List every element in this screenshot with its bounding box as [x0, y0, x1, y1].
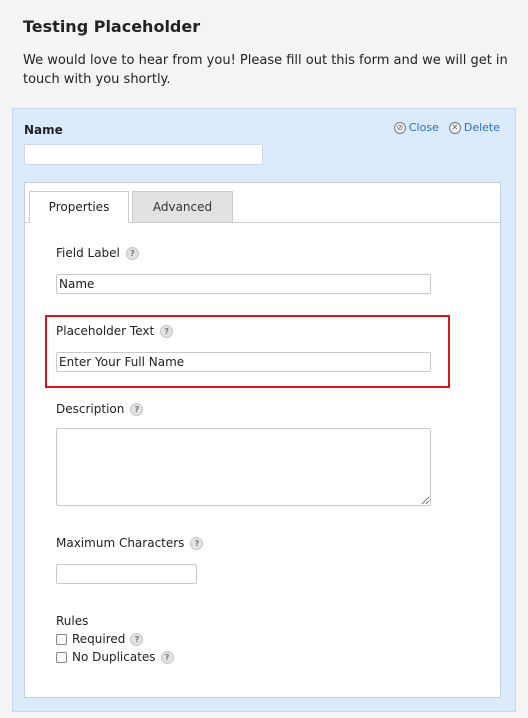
description-textarea[interactable] [56, 428, 431, 506]
help-icon[interactable]: ? [130, 402, 144, 416]
delete-button[interactable]: ✕ Delete [448, 121, 500, 134]
required-checkbox[interactable] [56, 633, 67, 645]
close-button[interactable]: ⊘ Close [393, 121, 439, 134]
help-icon[interactable]: ? [125, 246, 139, 260]
field-edit-panel: Name ⊘ Close ✕ Delete Properties Advance… [12, 108, 516, 712]
help-icon[interactable]: ? [130, 632, 144, 646]
panel-actions: ⊘ Close ✕ Delete [393, 121, 500, 134]
close-label: Close [408, 121, 439, 134]
field-name-label: Name [24, 123, 63, 137]
form-description: We would love to hear from you! Please f… [23, 53, 508, 87]
placeholder-text-row: Placeholder Text ? [56, 324, 174, 338]
rules-label: Rules [56, 614, 89, 628]
delete-label: Delete [463, 121, 500, 134]
tab-properties[interactable]: Properties [29, 191, 129, 223]
placeholder-text-input[interactable] [56, 352, 431, 372]
help-icon[interactable]: ? [160, 324, 174, 338]
required-label: Required [72, 632, 126, 646]
field-label-row: Field Label ? [56, 246, 139, 260]
required-row: Required ? [56, 632, 144, 646]
close-icon: ⊘ [393, 121, 406, 134]
tab-advanced[interactable]: Advanced [132, 191, 233, 223]
help-icon[interactable]: ? [190, 536, 204, 550]
no-duplicates-label: No Duplicates [72, 650, 156, 664]
description-label: Description [56, 402, 125, 416]
field-preview-input[interactable] [24, 144, 263, 165]
field-settings: Properties Advanced Field Label ? Placeh… [24, 182, 501, 698]
rules-heading: Rules [56, 614, 88, 628]
settings-tabs: Properties Advanced [25, 183, 500, 223]
delete-icon: ✕ [448, 121, 461, 134]
no-duplicates-row: No Duplicates ? [56, 650, 174, 664]
maximum-characters-label: Maximum Characters [56, 536, 185, 550]
field-label-label: Field Label [56, 246, 120, 260]
placeholder-text-label: Placeholder Text [56, 324, 155, 338]
field-label-input[interactable] [56, 274, 431, 294]
maximum-characters-row: Maximum Characters ? [56, 536, 204, 550]
no-duplicates-checkbox[interactable] [56, 651, 67, 663]
maximum-characters-input[interactable] [56, 564, 197, 584]
description-row: Description ? [56, 402, 144, 416]
help-icon[interactable]: ? [160, 650, 174, 664]
form-title: Testing Placeholder [23, 17, 201, 36]
